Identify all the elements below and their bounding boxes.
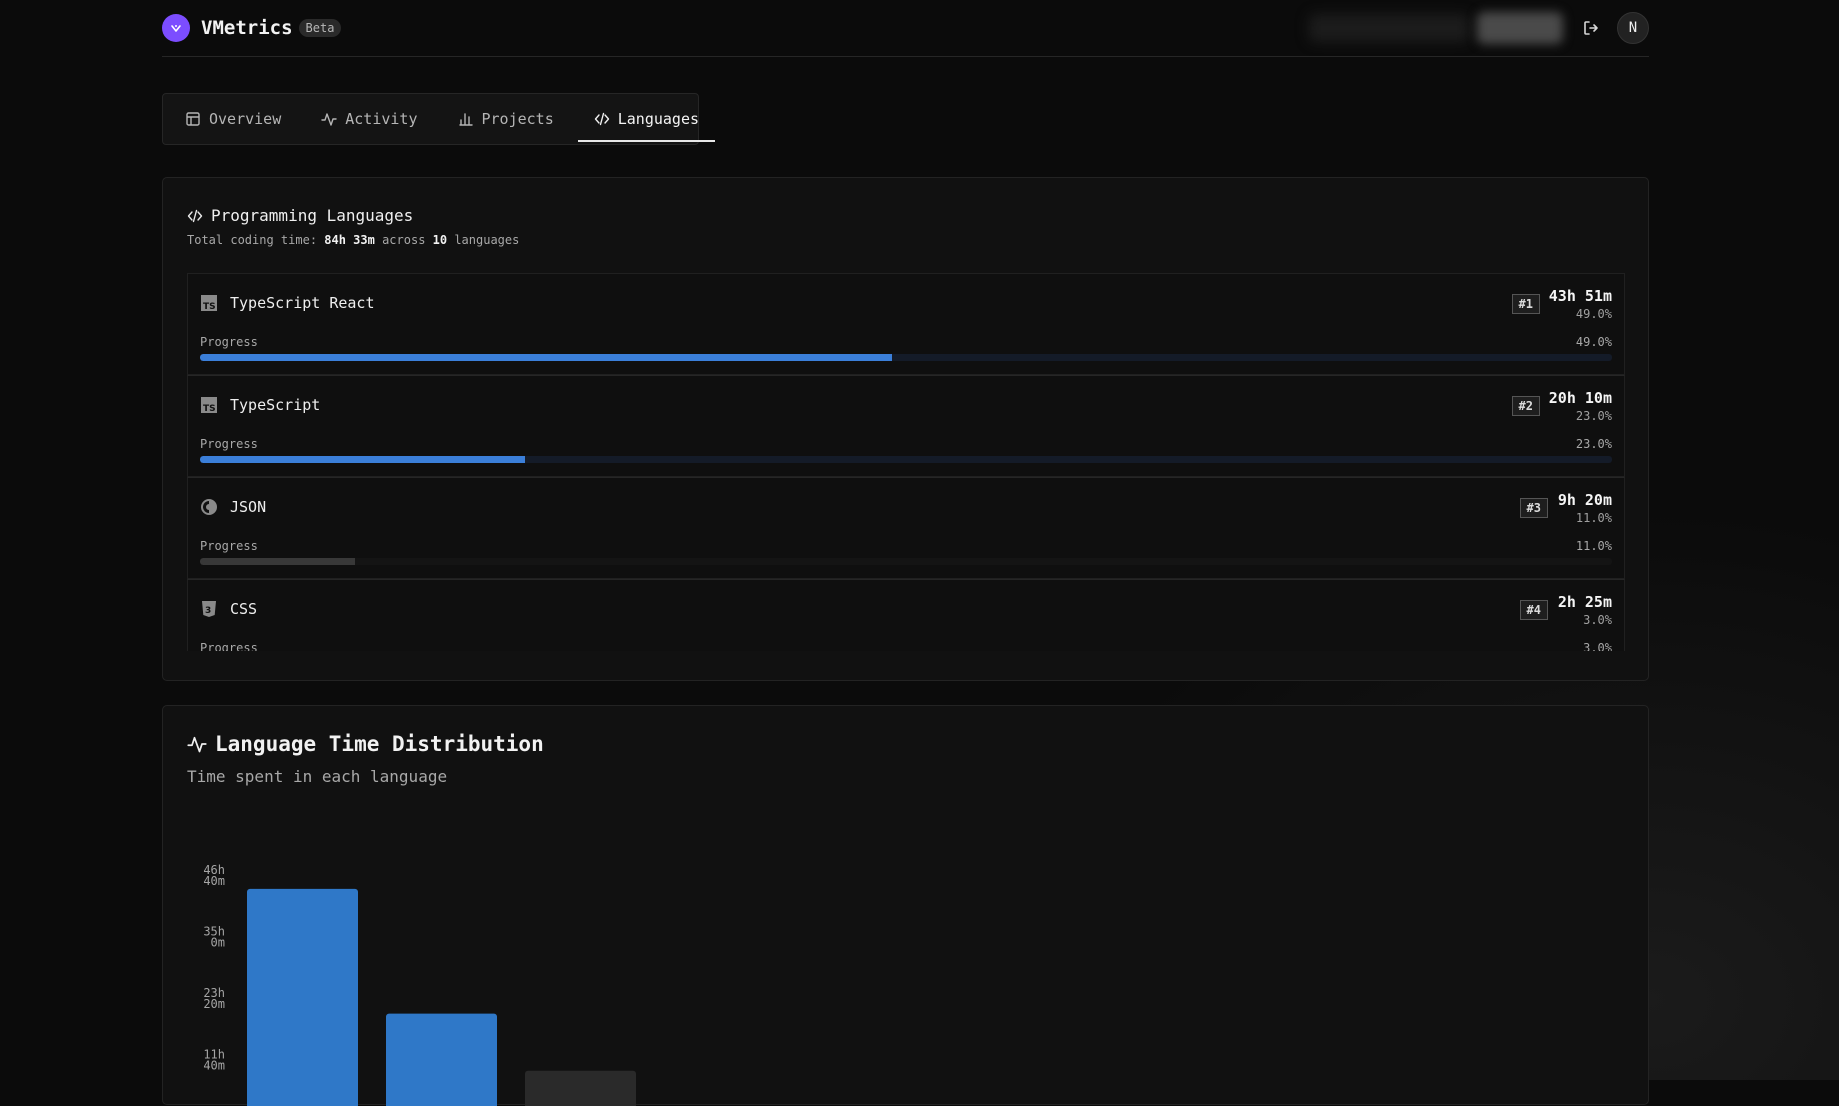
language-percent: 11.0% [1576, 511, 1612, 525]
language-name-row: TS TypeScript React [200, 294, 375, 312]
svg-text:TS: TS [203, 302, 216, 312]
rank-badge: #4 [1520, 600, 1548, 620]
tab-label: Projects [482, 110, 554, 128]
y-tick-label: 40m [203, 1058, 225, 1072]
y-tick-label: 0m [211, 936, 225, 950]
progress-label: Progress [200, 437, 258, 451]
blurred-button[interactable] [1477, 12, 1563, 44]
avatar[interactable]: N [1617, 12, 1649, 44]
rank-badge: #1 [1512, 294, 1540, 314]
language-name-row: TS TypeScript [200, 396, 320, 414]
language-count: 10 [433, 233, 447, 247]
logout-icon[interactable] [1577, 14, 1605, 42]
bar-chart-icon [458, 111, 474, 127]
language-percent: 49.0% [1576, 307, 1612, 321]
list-item[interactable]: TS TypeScript React #1 43h 51m 49.0% Pro… [187, 273, 1625, 375]
list-item[interactable]: 3 CSS #4 2h 25m 3.0% Progress 3.0% [187, 579, 1625, 651]
typescript-icon: TS [200, 396, 218, 414]
language-percent: 3.0% [1583, 613, 1612, 627]
progress-track [200, 354, 1612, 361]
tab-activity[interactable]: Activity [321, 96, 417, 142]
languages-card: Programming Languages Total coding time:… [162, 177, 1649, 681]
svg-text:TS: TS [203, 404, 216, 414]
progress-value: 49.0% [1576, 335, 1612, 349]
tab-label: Languages [618, 110, 699, 128]
progress-value: 11.0% [1576, 539, 1612, 553]
y-tick-label: 40m [203, 874, 225, 888]
progress-fill [200, 558, 355, 565]
typescript-icon: TS [200, 294, 218, 312]
page-container: VMetrics Beta N Overview Activity Projec… [162, 0, 1649, 57]
tab-label: Overview [209, 110, 281, 128]
tab-bar: Overview Activity Projects Languages [162, 93, 699, 145]
tab-overview[interactable]: Overview [185, 96, 281, 142]
progress-fill [200, 354, 892, 361]
distribution-card: Language Time Distribution Time spent in… [162, 705, 1649, 1105]
progress-track [200, 558, 1612, 565]
language-name: JSON [230, 498, 266, 516]
progress-fill [200, 456, 525, 463]
progress-label: Progress [200, 539, 258, 553]
progress-value: 3.0% [1583, 641, 1612, 651]
chart-bar[interactable]: TypeScript React [247, 889, 358, 1106]
language-name-row: 3 CSS [200, 600, 257, 618]
rank-badge: #2 [1512, 396, 1540, 416]
tab-projects[interactable]: Projects [458, 96, 554, 142]
code-icon [594, 111, 610, 127]
rank-badge: #3 [1520, 498, 1548, 518]
chart-bar[interactable]: TypeScript [386, 1014, 497, 1106]
list-item[interactable]: TS TypeScript #2 20h 10m 23.0% Progress … [187, 375, 1625, 477]
chart-bar[interactable]: JSON [525, 1071, 636, 1106]
progress-label: Progress [200, 335, 258, 349]
language-name: TypeScript React [230, 294, 375, 312]
summary-prefix: Total coding time: [187, 233, 324, 247]
progress-label: Progress [200, 641, 258, 651]
language-time: 9h 20m [1558, 491, 1612, 509]
logo-icon[interactable] [162, 14, 190, 42]
language-percent: 23.0% [1576, 409, 1612, 423]
summary-suffix: languages [447, 233, 519, 247]
language-time: 43h 51m [1549, 287, 1612, 305]
header-actions: N [1309, 12, 1649, 44]
language-name-row: JSON [200, 498, 266, 516]
y-tick-label: 20m [203, 997, 225, 1011]
language-time: 2h 25m [1558, 593, 1612, 611]
code-icon [187, 208, 203, 224]
languages-summary: Total coding time: 84h 33m across 10 lan… [187, 233, 519, 247]
language-bar-chart: 46h40m35h0m23h20m11h40mTypeScript ReactT… [163, 706, 1650, 1106]
language-name: TypeScript [230, 396, 320, 414]
list-item[interactable]: JSON #3 9h 20m 11.0% Progress 11.0% [187, 477, 1625, 579]
language-name: CSS [230, 600, 257, 618]
app-header: VMetrics Beta N [162, 0, 1649, 57]
brand-name[interactable]: VMetrics [201, 17, 293, 39]
language-time: 20h 10m [1549, 389, 1612, 407]
layout-icon [185, 111, 201, 127]
language-list[interactable]: TS TypeScript React #1 43h 51m 49.0% Pro… [187, 273, 1625, 651]
progress-value: 23.0% [1576, 437, 1612, 451]
title-text: Programming Languages [211, 206, 413, 225]
languages-card-title: Programming Languages [187, 206, 413, 225]
css-icon: 3 [200, 600, 218, 618]
blurred-user-info [1309, 14, 1469, 42]
progress-track [200, 456, 1612, 463]
activity-icon [321, 111, 337, 127]
summary-mid: across [375, 233, 433, 247]
tab-label: Activity [345, 110, 417, 128]
beta-badge: Beta [299, 19, 342, 37]
json-icon [200, 498, 218, 516]
total-coding-time: 84h 33m [324, 233, 375, 247]
tab-languages[interactable]: Languages [578, 96, 715, 142]
svg-text:3: 3 [205, 606, 211, 616]
